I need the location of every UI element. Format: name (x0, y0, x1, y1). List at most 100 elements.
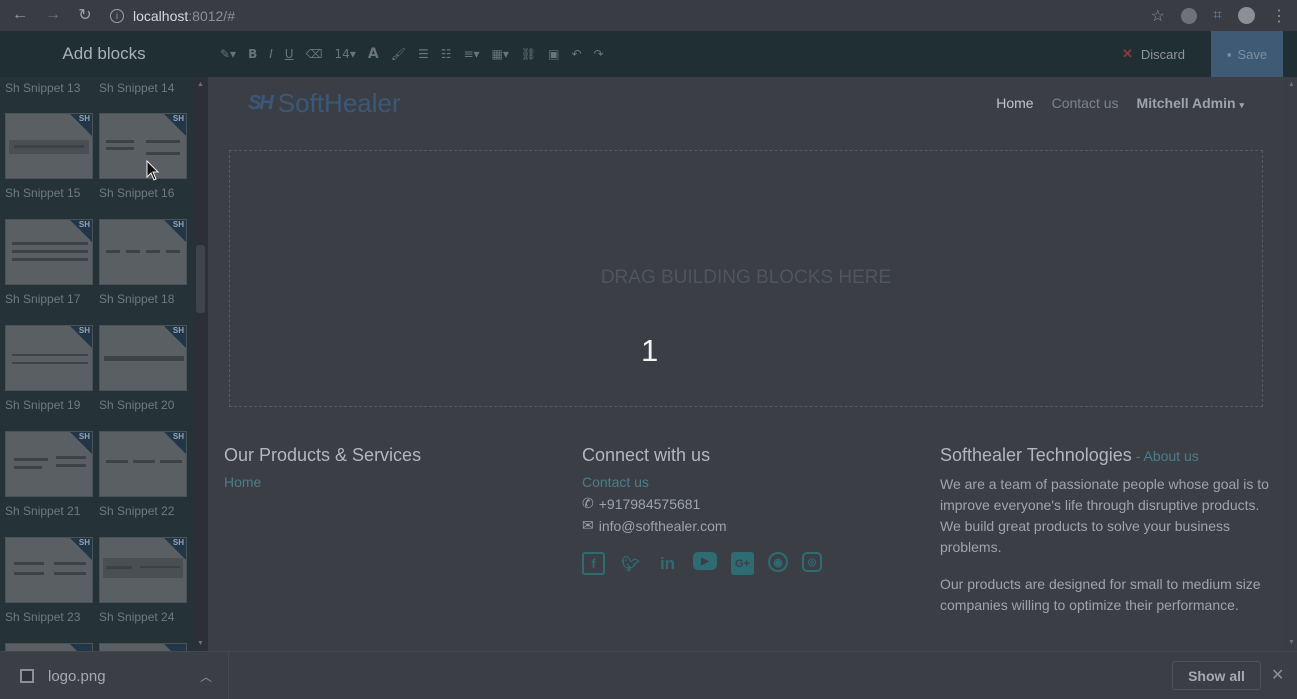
footer-heading: Connect with us (582, 445, 711, 465)
forward-icon[interactable]: → (42, 4, 64, 26)
close-icon[interactable]: ✕ (1271, 665, 1284, 685)
scroll-up-icon[interactable]: ▲ (197, 81, 204, 88)
underline-icon[interactable]: U (285, 47, 294, 61)
bold-icon[interactable]: B (248, 47, 257, 61)
snippet-thumbnail-22[interactable]: SH (99, 431, 187, 497)
menu-kebab-icon[interactable]: ⋮ (1271, 6, 1287, 26)
paint-brush-icon[interactable]: 🖌 (391, 47, 406, 61)
scroll-down-icon[interactable]: ▼ (197, 640, 204, 647)
align-icon[interactable]: ≡▾ (463, 47, 479, 61)
download-filename: logo.png (48, 667, 106, 685)
drop-zone[interactable]: DRAG BUILDING BLOCKS HERE (229, 150, 1263, 407)
facebook-icon[interactable]: f (582, 552, 605, 575)
footer-products-column: Our Products & Services Home (224, 445, 554, 495)
redo-icon[interactable]: ↷ (594, 47, 604, 61)
user-dropdown[interactable]: Mitchell Admin ▾ (1137, 95, 1244, 111)
menu-contact[interactable]: Contact us (1052, 95, 1119, 111)
user-name: Mitchell Admin (1136, 95, 1236, 111)
chevron-up-icon[interactable]: ︿ (200, 668, 212, 685)
crop-extension-icon[interactable]: ⌗ (1213, 7, 1222, 25)
snippet-thumbnail-20[interactable]: SH (99, 325, 187, 391)
sidebar-scrollbar[interactable]: ▲ ▼ (193, 77, 208, 651)
snippet-label: Sh Snippet 23 (5, 610, 81, 624)
close-icon: ✕ (1122, 46, 1133, 61)
browser-toolbar: ← → ↻ i localhost:8012/# ☆ ⌗ ⋮ (0, 0, 1297, 31)
company-name: Softhealer Technologies (940, 445, 1132, 465)
undo-icon[interactable]: ↶ (572, 47, 582, 61)
extension-icon[interactable] (1180, 7, 1197, 24)
floppy-icon: ▪ (1226, 46, 1232, 62)
github-icon[interactable]: ◉ (768, 552, 788, 572)
footer-heading: Our Products & Services (224, 445, 422, 465)
table-icon[interactable]: ▦▾ (492, 47, 509, 61)
softhealer-logo[interactable]: SH SoftHealer (248, 87, 401, 118)
snippet-thumbnail-26[interactable] (99, 643, 187, 651)
address-bar[interactable]: i localhost:8012/# (110, 0, 1090, 31)
caret-down-icon: ▾ (1239, 100, 1244, 110)
font-size-select[interactable]: 14 ▾ (335, 47, 356, 61)
twitter-icon[interactable]: 🐦︎ (619, 552, 642, 575)
snippet-label: Sh Snippet 17 (5, 292, 81, 306)
instagram-icon[interactable]: ◎ (802, 552, 822, 572)
snippet-label: Sh Snippet 21 (5, 504, 81, 518)
website-preview: SH SoftHealer Home Contact us Mitchell A… (208, 77, 1286, 651)
snippet-thumbnail-25[interactable] (5, 643, 93, 651)
google-plus-icon[interactable]: G+ (731, 552, 754, 575)
save-button[interactable]: ▪ Save (1211, 31, 1283, 77)
email-line: ✉ info@softhealer.com (582, 517, 912, 534)
snippet-thumbnail-17[interactable]: SH (5, 219, 93, 285)
snippet-thumbnail-18[interactable]: SH (99, 219, 187, 285)
link-icon[interactable]: ⛓ (521, 47, 536, 61)
url-host: localhost (133, 7, 189, 24)
linkedin-icon[interactable]: in (656, 552, 679, 575)
snippet-thumbnail-15[interactable]: SH (5, 113, 93, 179)
snippet-thumbnail-19[interactable]: SH (5, 325, 93, 391)
bullet-list-icon[interactable]: ☰ (418, 47, 429, 61)
add-blocks-title: Add blocks (62, 44, 146, 63)
image-icon[interactable]: ▣ (548, 47, 559, 61)
show-all-button[interactable]: Show all (1172, 661, 1261, 690)
snippet-label: Sh Snippet 18 (99, 292, 175, 306)
scroll-down-icon[interactable]: ▼ (1288, 639, 1295, 646)
drop-zone-text: DRAG BUILDING BLOCKS HERE (600, 266, 892, 288)
footer-contact-link[interactable]: Contact us (582, 474, 912, 490)
info-icon[interactable]: i (110, 8, 124, 23)
reload-icon[interactable]: ↻ (74, 4, 96, 26)
file-icon (20, 669, 34, 683)
snippet-label: Sh Snippet 14 (99, 81, 175, 95)
snippet-label: Sh Snippet 15 (5, 186, 81, 200)
scrollbar-thumb[interactable] (196, 245, 205, 313)
youtube-icon[interactable]: ▶ (693, 552, 717, 570)
snippet-thumbnail-16[interactable]: SH (99, 113, 187, 179)
top-menu: Home Contact us Mitchell Admin ▾ (996, 95, 1244, 111)
envelope-icon: ✉ (582, 517, 594, 533)
snippet-thumbnail-24[interactable]: SH (99, 537, 187, 603)
phone-icon: ✆ (582, 495, 594, 511)
menu-home[interactable]: Home (996, 95, 1033, 111)
bookmark-star-icon[interactable]: ☆ (1151, 6, 1165, 26)
footer-about-column: Softhealer Technologies - About us We ar… (940, 445, 1270, 616)
page-scrollbar[interactable]: ▲ ▼ (1286, 77, 1297, 651)
snippet-thumbnail-23[interactable]: SH (5, 537, 93, 603)
about-us-link[interactable]: About us (1143, 448, 1198, 464)
numbered-list-icon[interactable]: ☷ (441, 47, 452, 61)
download-item[interactable]: logo.png ︿ (0, 652, 229, 699)
magic-wand-icon[interactable]: ✎▾ (220, 47, 236, 61)
footer-home-link[interactable]: Home (224, 474, 554, 490)
email-address: info@softhealer.com (598, 517, 727, 534)
font-size-value: 14 (334, 47, 350, 61)
italic-icon[interactable]: I (269, 47, 273, 61)
eraser-icon[interactable]: ⌫ (306, 47, 323, 61)
snippet-label: Sh Snippet 16 (99, 186, 175, 200)
snippet-label: Sh Snippet 24 (99, 610, 175, 624)
phone-line: ✆ +917984575681 (582, 495, 912, 512)
font-color-icon[interactable]: A (368, 46, 379, 62)
discard-button[interactable]: ✕ Discard (1122, 31, 1210, 77)
snippet-thumbnail-21[interactable]: SH (5, 431, 93, 497)
logo-text: SoftHealer (277, 87, 401, 118)
profile-icon[interactable] (1238, 7, 1255, 24)
url-path: :8012/# (188, 7, 235, 24)
back-icon[interactable]: ← (9, 4, 31, 26)
scroll-up-icon[interactable]: ▲ (1288, 81, 1295, 88)
phone-number: +917984575681 (598, 495, 701, 512)
